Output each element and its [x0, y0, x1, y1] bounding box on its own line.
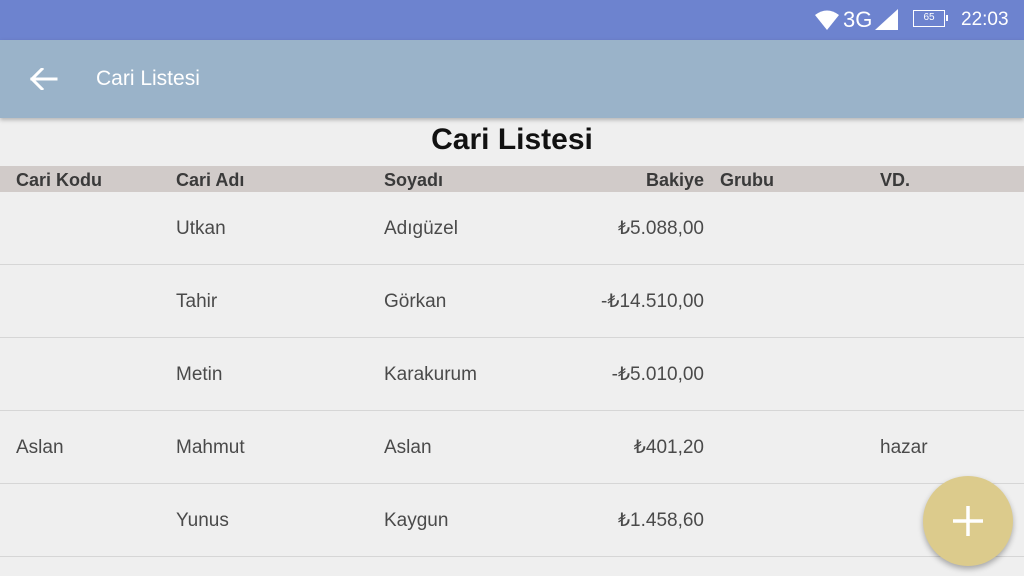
cell-soyadi: Görkan — [384, 291, 447, 312]
cell-cari-kodu: Aslan — [16, 437, 64, 458]
cell-bakiye: -₺5.010,00 — [611, 364, 704, 385]
cell-soyadi: Adıgüzel — [384, 218, 458, 239]
arrow-left-icon — [30, 68, 58, 90]
cell-soyadi: Aslan — [384, 437, 432, 458]
table-row[interactable]: Yunus Kaygun ₺1.458,60 — [0, 484, 1024, 557]
cell-soyadi: Karakurum — [384, 364, 477, 385]
column-header-bakiye[interactable]: Bakiye — [520, 169, 704, 191]
cell-vd: hazar — [880, 437, 928, 458]
cell-cari-adi: Utkan — [176, 218, 226, 239]
column-header-cari-kodu[interactable]: Cari Kodu — [16, 169, 102, 191]
cell-soyadi: Kaygun — [384, 510, 449, 531]
network-type: 3G — [843, 7, 873, 32]
add-customer-button[interactable] — [923, 476, 1013, 566]
table-row[interactable]: Utkan Adıgüzel ₺5.088,00 — [0, 192, 1024, 265]
column-header-cari-adi[interactable]: Cari Adı — [176, 169, 244, 191]
column-header-grubu[interactable]: Grubu — [720, 169, 774, 191]
battery-icon: 65 — [913, 10, 948, 27]
cell-cari-adi: Mahmut — [176, 437, 245, 458]
cell-bakiye: ₺5.088,00 — [617, 218, 704, 239]
table-row[interactable]: Metin Karakurum -₺5.010,00 — [0, 338, 1024, 411]
column-header-vd[interactable]: VD. — [880, 169, 910, 191]
cell-bakiye: -₺14.510,00 — [601, 291, 704, 312]
wifi-icon — [815, 10, 839, 30]
app-bar-title: Cari Listesi — [96, 67, 200, 90]
cell-bakiye: ₺401,20 — [633, 437, 704, 458]
battery-level: 65 — [923, 12, 935, 23]
table-row[interactable]: Aslan Mahmut Aslan ₺401,20 hazar — [0, 411, 1024, 484]
column-header-soyadi[interactable]: Soyadı — [384, 169, 443, 191]
table-row[interactable]: Tahir Görkan -₺14.510,00 — [0, 265, 1024, 338]
cell-cari-adi: Tahir — [176, 291, 218, 312]
cell-cari-adi: Yunus — [176, 510, 229, 531]
signal-icon — [875, 9, 898, 30]
plus-icon — [953, 506, 983, 536]
status-bar: 3G 65 22:03 — [0, 0, 1024, 40]
customer-list: Utkan Adıgüzel ₺5.088,00 Tahir Görkan -₺… — [0, 192, 1024, 557]
cell-cari-adi: Metin — [176, 364, 223, 385]
back-button[interactable] — [22, 58, 66, 100]
cell-bakiye: ₺1.458,60 — [617, 510, 704, 531]
page-title: Cari Listesi — [431, 123, 593, 156]
table-header: Cari Kodu Cari Adı Soyadı Bakiye Grubu V… — [0, 166, 1024, 192]
app-bar: Cari Listesi — [0, 40, 1024, 118]
clock: 22:03 — [961, 9, 1009, 30]
